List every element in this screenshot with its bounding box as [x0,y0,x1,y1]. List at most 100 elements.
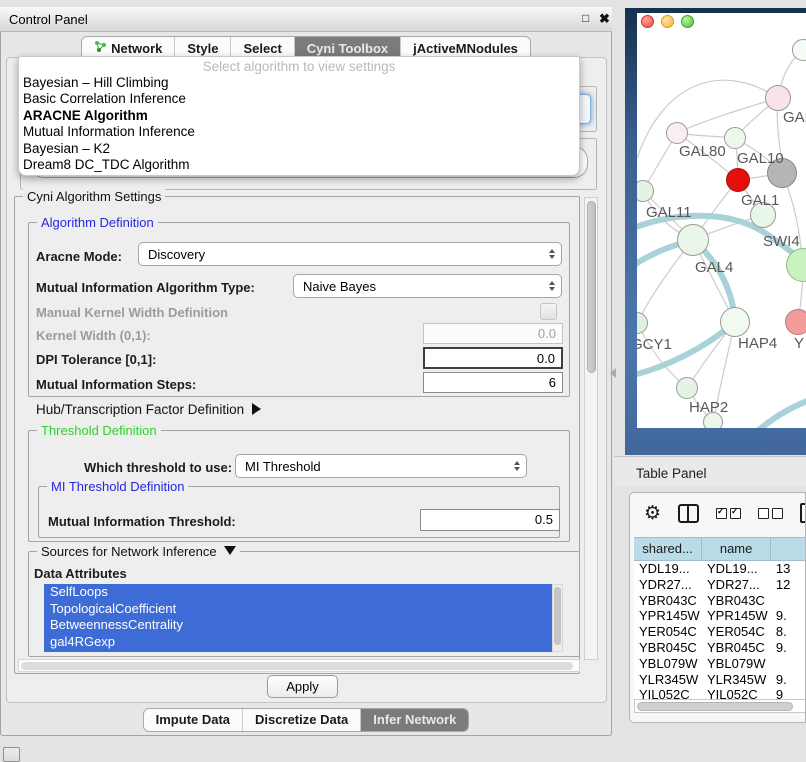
select-all-checkbox-icon[interactable] [716,508,741,519]
combo-spinner-icon [543,249,561,259]
tab-label: Network [111,41,162,56]
scrollbar-thumb[interactable] [21,662,573,670]
table-toolbar: ⚙ [644,503,806,523]
close-icon[interactable]: ✖ [599,11,610,27]
node-gal1[interactable] [726,168,750,192]
algorithm-item[interactable]: Bayesian – K2 [19,141,579,157]
dropdown-prompt: Select algorithm to view settings [19,57,579,75]
minimize-window-icon[interactable] [661,15,674,28]
node-label: GAL10 [737,150,784,167]
mi-type-combo[interactable]: Naive Bayes [293,274,562,298]
node-label: SWI4 [763,233,800,250]
column-header[interactable]: shared... [634,538,702,560]
attribute-item[interactable]: SelfLoops [44,584,552,601]
tab-discretize-data[interactable]: Discretize Data [242,709,360,731]
settings-horizontal-scrollbar[interactable] [18,659,580,672]
close-window-icon[interactable] [641,15,654,28]
network-canvas[interactable]: GAL8GAL80GAL10GAL1GAL11SWI4GAL4GCY1HAP4Y… [637,13,806,428]
tab-label: Style [187,41,218,56]
table-cell: YBR043C [634,593,702,609]
table-panel-title: Table Panel [636,466,707,481]
aracne-mode-label: Aracne Mode: [36,249,122,264]
algorithm-item[interactable]: Dream8 DC_TDC Algorithm [19,157,579,173]
column-header[interactable]: name [702,538,771,560]
table-cell: YBR045C [702,640,771,656]
column-header[interactable] [771,538,806,560]
table-row[interactable]: YBL079WYBL079W [634,656,806,672]
table-row[interactable]: YIL052CYIL052C9 [634,687,806,699]
tab-infer-network[interactable]: Infer Network [360,709,468,731]
table-row[interactable]: YDL19...YDL19...13 [634,561,806,577]
node-label: GAL1 [741,192,779,209]
tab-label: Cyni Toolbox [307,41,388,56]
node-table: shared...name YDL19...YDL19...13YDR27...… [634,537,806,699]
minimized-panel-icon[interactable] [3,747,20,762]
table-cell: YDR27... [634,577,702,593]
scrollbar-thumb[interactable] [554,587,561,645]
algorithm-dropdown-popup: Select algorithm to view settings Bayesi… [18,56,580,176]
kernel-width-field[interactable]: 0.0 [423,323,563,344]
hub-definition-toggle[interactable]: Hub/Transcription Factor Definition [36,402,261,417]
attribute-item[interactable]: TopologicalCoefficient [44,601,552,618]
node-salmon[interactable] [785,309,806,335]
table-cell: YPR145W [634,608,702,624]
which-threshold-value: MI Threshold [236,459,508,474]
node-hap2[interactable] [676,377,698,399]
algorithm-item[interactable]: Mutual Information Inference [19,124,579,140]
control-panel-titlebar: Control Panel □ ✖ [0,7,612,32]
panel-splitter-icon[interactable] [610,368,616,378]
dpi-tolerance-field[interactable]: 0.0 [423,347,563,369]
desktop: Control Panel □ ✖ NetworkStyleSelectCyni… [0,0,806,762]
algorithm-item[interactable]: Bayesian – Hill Climbing [19,75,579,91]
node-gal10[interactable] [724,127,746,149]
attribute-item[interactable]: BetweennessCentrality [44,617,552,634]
zoom-window-icon[interactable] [681,15,694,28]
attribute-item[interactable]: gal4RGexp [44,634,552,651]
which-threshold-combo[interactable]: MI Threshold [235,454,527,478]
mi-threshold-field[interactable]: 0.5 [420,509,560,531]
deselect-all-checkbox-icon[interactable] [758,508,783,519]
settings-vertical-scrollbar[interactable] [584,197,598,660]
table-cell: YLR345W [634,672,702,688]
data-attributes-list[interactable]: SelfLoopsTopologicalCoefficientBetweenne… [44,584,552,652]
attributes-list-scrollbar[interactable] [552,584,563,652]
table-row[interactable]: YBR045CYBR045C9. [634,640,806,656]
settings-gear-icon[interactable]: ⚙ [644,504,661,523]
aracne-mode-combo[interactable]: Discovery [138,242,562,266]
node-hap4[interactable] [720,307,750,337]
apply-button[interactable]: Apply [267,675,338,698]
table-cell: 9. [771,672,806,688]
table-cell: YDL19... [702,561,771,577]
node-gal80[interactable] [666,122,688,144]
aracne-mode-value: Discovery [139,247,543,262]
table-row[interactable]: YDR27...YDR27...12 [634,577,806,593]
sources-title: Sources for Network Inference [41,544,217,559]
combo-spinner-icon [543,281,561,291]
column-layout-icon[interactable] [678,504,699,523]
scrollbar-thumb[interactable] [637,702,793,711]
network-view-window: GAL8GAL80GAL10GAL1GAL11SWI4GAL4GCY1HAP4Y… [625,8,806,455]
table-row[interactable]: YPR145WYPR145W9. [634,608,806,624]
float-window-icon[interactable]: □ [582,11,589,25]
node-gal4[interactable] [677,224,709,256]
table-cell: 13 [771,561,806,577]
table-horizontal-scrollbar[interactable] [634,699,806,713]
sources-title-toggle[interactable]: Sources for Network Inference [37,544,240,559]
tab-impute-data[interactable]: Impute Data [144,709,242,731]
mi-steps-field[interactable]: 6 [423,372,563,393]
algorithm-item[interactable]: Basic Correlation Inference [19,91,579,107]
table-cell [771,593,806,609]
data-attributes-label: Data Attributes [34,566,127,581]
table-row[interactable]: YBR043CYBR043C [634,593,806,609]
table-panel-header: Table Panel [614,456,806,487]
document-icon[interactable] [800,503,806,523]
algorithm-item[interactable]: ARACNE Algorithm [19,108,579,124]
node-label: GAL11 [646,204,692,221]
table-row[interactable]: YLR345WYLR345W9. [634,672,806,688]
node-gal8[interactable] [765,85,791,111]
scrollbar-thumb[interactable] [587,201,596,373]
manual-kernel-checkbox[interactable] [540,303,557,320]
table-row[interactable]: YER054CYER054C8. [634,624,806,640]
mi-threshold-definition-title: MI Threshold Definition [47,479,188,494]
table-header-row: shared...name [634,537,806,561]
